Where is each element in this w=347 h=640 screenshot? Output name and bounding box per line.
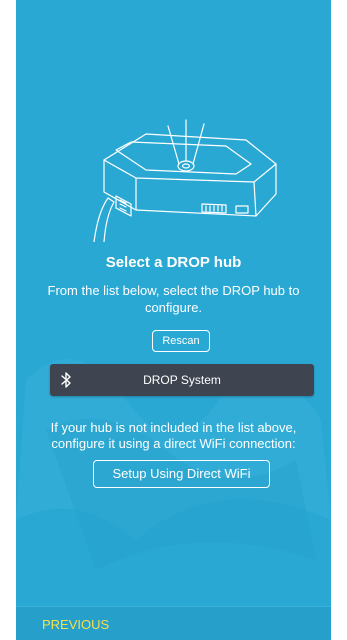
instructions-text: From the list below, select the DROP hub…: [47, 283, 300, 315]
setup-direct-wifi-button[interactable]: Setup Using Direct WiFi: [93, 460, 270, 488]
previous-button[interactable]: PREVIOUS: [42, 617, 109, 632]
page-title: Select a DROP hub: [105, 254, 242, 271]
rescan-button[interactable]: Rescan: [152, 330, 210, 352]
device-name: DROP System: [143, 373, 221, 387]
footer-bar: PREVIOUS: [16, 606, 331, 640]
app-screen: Select a DROP hub From the list below, s…: [16, 0, 331, 640]
device-list-item-drop-system[interactable]: DROP System: [50, 364, 314, 396]
drop-hub-illustration: [93, 119, 277, 242]
direct-wifi-note: If your hub is not included in the list …: [50, 420, 297, 451]
